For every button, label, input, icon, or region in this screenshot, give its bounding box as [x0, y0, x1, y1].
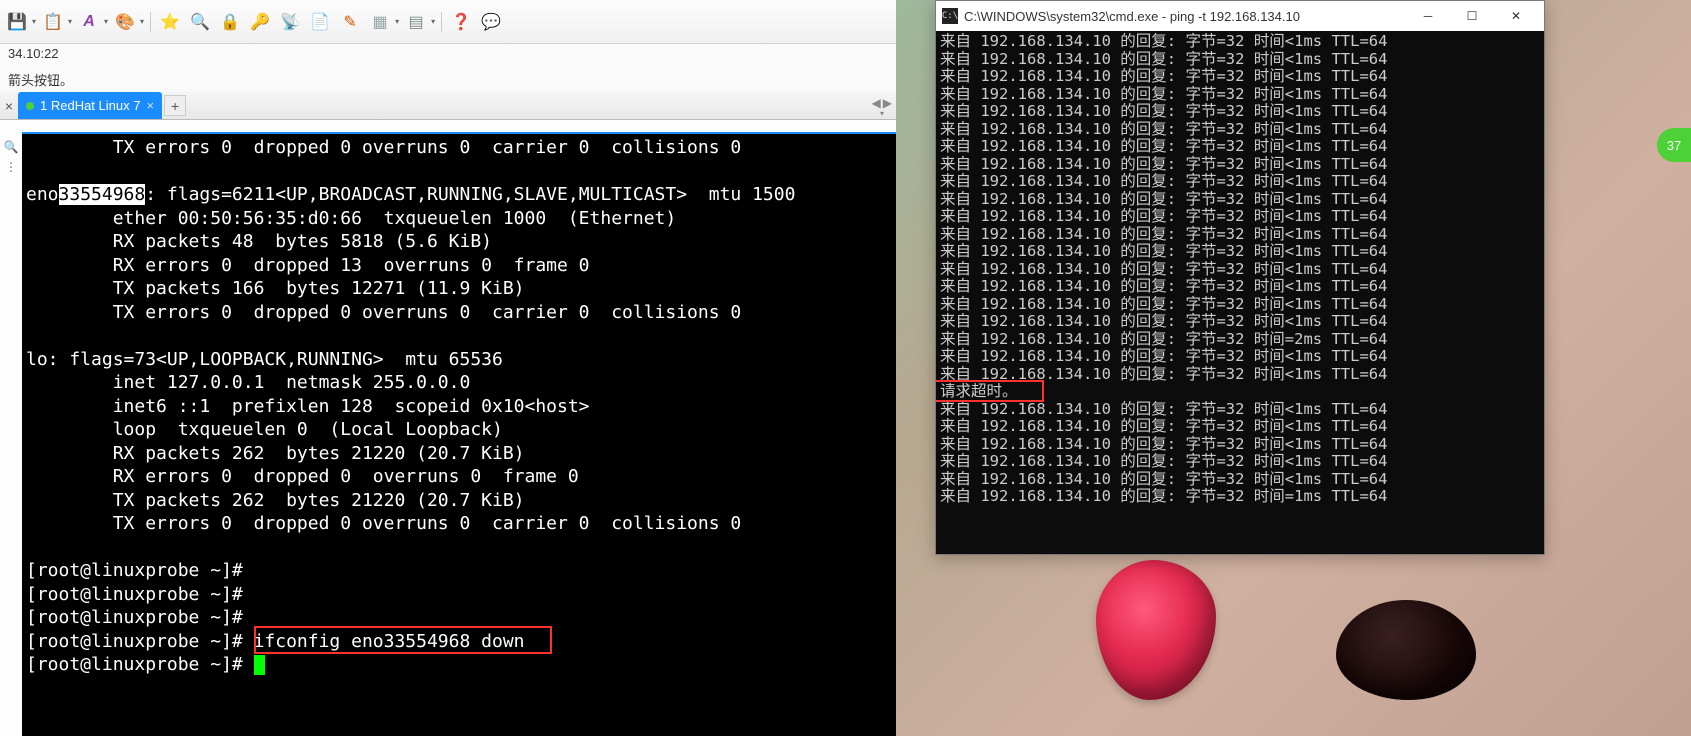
status-dot-icon	[26, 102, 34, 110]
cmd-title-text: C:\WINDOWS\system32\cmd.exe - ping -t 19…	[964, 9, 1300, 24]
font-icon[interactable]: A	[76, 9, 102, 35]
document-icon[interactable]: 📄	[307, 9, 333, 35]
lock-icon[interactable]: 🔒	[217, 9, 243, 35]
dropdown-icon[interactable]: ▾	[140, 17, 144, 26]
address-text: 34.10:22	[0, 44, 896, 68]
hint-text: 箭头按钮。	[0, 68, 896, 92]
main-toolbar: 💾▾ 📋▾ A▾ 🎨▾ ⭐ 🔍 🔒 🔑 📡 📄 ✎ ▦▾ ▤▾ ❓ 💬	[0, 0, 896, 44]
dropdown-icon[interactable]: ▾	[104, 17, 108, 26]
minimize-button[interactable]: ─	[1406, 2, 1450, 30]
terminal-output[interactable]: TX errors 0 dropped 0 overruns 0 carrier…	[22, 132, 896, 736]
star-icon[interactable]: ⭐	[157, 9, 183, 35]
quick-sidebar: 🔍 ⋮	[0, 138, 22, 176]
search-icon[interactable]: 🔍	[187, 9, 213, 35]
highlight-annotation	[254, 626, 552, 654]
cmd-titlebar[interactable]: C:\ C:\WINDOWS\system32\cmd.exe - ping -…	[936, 1, 1544, 31]
dropdown-icon[interactable]: ▾	[880, 109, 894, 119]
terminal-emulator-window: 💾▾ 📋▾ A▾ 🎨▾ ⭐ 🔍 🔒 🔑 📡 📄 ✎ ▦▾ ▤▾ ❓ 💬 34.1…	[0, 0, 896, 736]
more-icon[interactable]: ⋮	[2, 158, 20, 176]
notification-badge[interactable]: 37	[1657, 128, 1691, 162]
chat-icon[interactable]: 💬	[478, 9, 504, 35]
cmd-output[interactable]: 来自 192.168.134.10 的回复: 字节=32 时间<1ms TTL=…	[936, 31, 1544, 554]
key-icon[interactable]: 🔑	[247, 9, 273, 35]
highlight-annotation	[936, 380, 1044, 402]
window-controls: ─ ☐ ✕	[1406, 2, 1538, 30]
decorative-image	[1096, 560, 1216, 700]
tab-prev-button[interactable]: ◀	[872, 96, 881, 110]
close-button[interactable]: ✕	[1494, 2, 1538, 30]
edit-icon[interactable]: ✎	[337, 9, 363, 35]
save-icon[interactable]: 💾	[4, 9, 30, 35]
tab-close-button[interactable]: ×	[146, 98, 154, 113]
clipboard-icon[interactable]: 📋	[40, 9, 66, 35]
cmd-window: C:\ C:\WINDOWS\system32\cmd.exe - ping -…	[935, 0, 1545, 555]
package-icon[interactable]: ▦	[367, 9, 393, 35]
tab-nav: ◀ ▶	[872, 96, 892, 110]
palette-icon[interactable]: 🎨	[112, 9, 138, 35]
add-tab-button[interactable]: +	[164, 95, 186, 116]
tab-label: 1 RedHat Linux 7	[40, 98, 140, 113]
tab-bar: × 1 RedHat Linux 7 × + ◀ ▶ ▾	[0, 92, 896, 120]
network-icon[interactable]: 📡	[277, 9, 303, 35]
decorative-image	[1336, 600, 1476, 700]
cmd-icon: C:\	[942, 8, 958, 24]
search-icon[interactable]: 🔍	[2, 138, 20, 156]
tab-session[interactable]: 1 RedHat Linux 7 ×	[18, 92, 162, 119]
dropdown-icon[interactable]: ▾	[32, 17, 36, 26]
dropdown-icon[interactable]: ▾	[68, 17, 72, 26]
folder-icon[interactable]: ▤	[403, 9, 429, 35]
help-icon[interactable]: ❓	[448, 9, 474, 35]
dropdown-icon[interactable]: ▾	[395, 17, 399, 26]
dropdown-icon[interactable]: ▾	[431, 17, 435, 26]
maximize-button[interactable]: ☐	[1450, 2, 1494, 30]
tab-next-button[interactable]: ▶	[883, 96, 892, 110]
close-all-tabs-button[interactable]: ×	[0, 92, 18, 119]
